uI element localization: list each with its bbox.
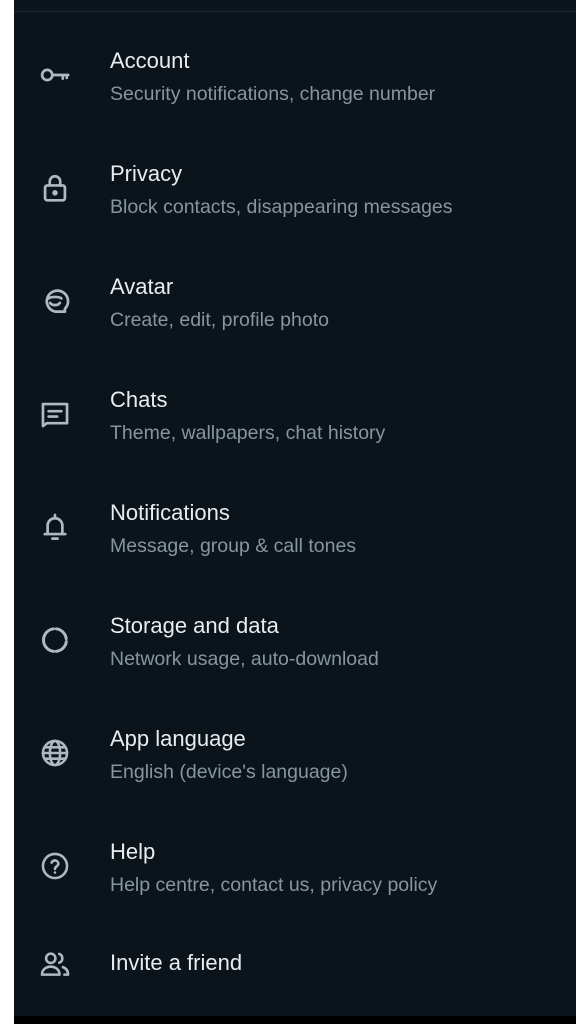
settings-item-privacy[interactable]: Privacy Block contacts, disappearing mes…: [14, 135, 576, 248]
settings-item-title: Chats: [110, 387, 168, 412]
help-icon: [38, 849, 72, 883]
settings-item-notifications[interactable]: Notifications Message, group & call tone…: [14, 474, 576, 587]
settings-item-subtitle: Block contacts, disappearing messages: [110, 196, 453, 218]
settings-item-help[interactable]: Help Help centre, contact us, privacy po…: [14, 813, 576, 926]
settings-item-title: Invite a friend: [110, 950, 243, 975]
system-navigation-bar: [14, 1016, 576, 1024]
settings-item-account[interactable]: Account Security notifications, change n…: [14, 22, 576, 135]
settings-item-subtitle: Create, edit, profile photo: [110, 309, 329, 331]
people-icon: [38, 947, 72, 981]
settings-item-subtitle: Message, group & call tones: [110, 535, 357, 557]
settings-item-subtitle: Help centre, contact us, privacy policy: [110, 874, 438, 896]
settings-item-subtitle: Network usage, auto-download: [110, 648, 379, 670]
avatar-icon: [38, 284, 72, 318]
settings-screen: Account Security notifications, change n…: [14, 0, 576, 1016]
settings-item-title: Avatar: [110, 274, 174, 299]
settings-item-title: Account: [110, 48, 190, 73]
settings-item-invite-friend[interactable]: Invite a friend: [14, 926, 576, 1016]
settings-item-title: Notifications: [110, 500, 230, 525]
settings-item-subtitle: English (device's language): [110, 761, 348, 783]
settings-item-title: App language: [110, 726, 246, 751]
storage-icon: [38, 623, 72, 657]
chat-icon: [38, 397, 72, 431]
lock-icon: [38, 171, 72, 205]
bell-icon: [38, 510, 72, 544]
settings-item-app-language[interactable]: App language English (device's language): [14, 700, 576, 813]
settings-item-storage[interactable]: Storage and data Network usage, auto-dow…: [14, 587, 576, 700]
settings-item-title: Privacy: [110, 161, 183, 186]
settings-item-chats[interactable]: Chats Theme, wallpapers, chat history: [14, 361, 576, 474]
globe-icon: [38, 736, 72, 770]
settings-item-title: Storage and data: [110, 613, 279, 638]
top-divider: [14, 11, 576, 12]
settings-item-subtitle: Security notifications, change number: [110, 83, 436, 105]
settings-item-subtitle: Theme, wallpapers, chat history: [110, 422, 386, 444]
key-icon: [38, 58, 72, 92]
settings-item-avatar[interactable]: Avatar Create, edit, profile photo: [14, 248, 576, 361]
settings-item-title: Help: [110, 839, 156, 864]
